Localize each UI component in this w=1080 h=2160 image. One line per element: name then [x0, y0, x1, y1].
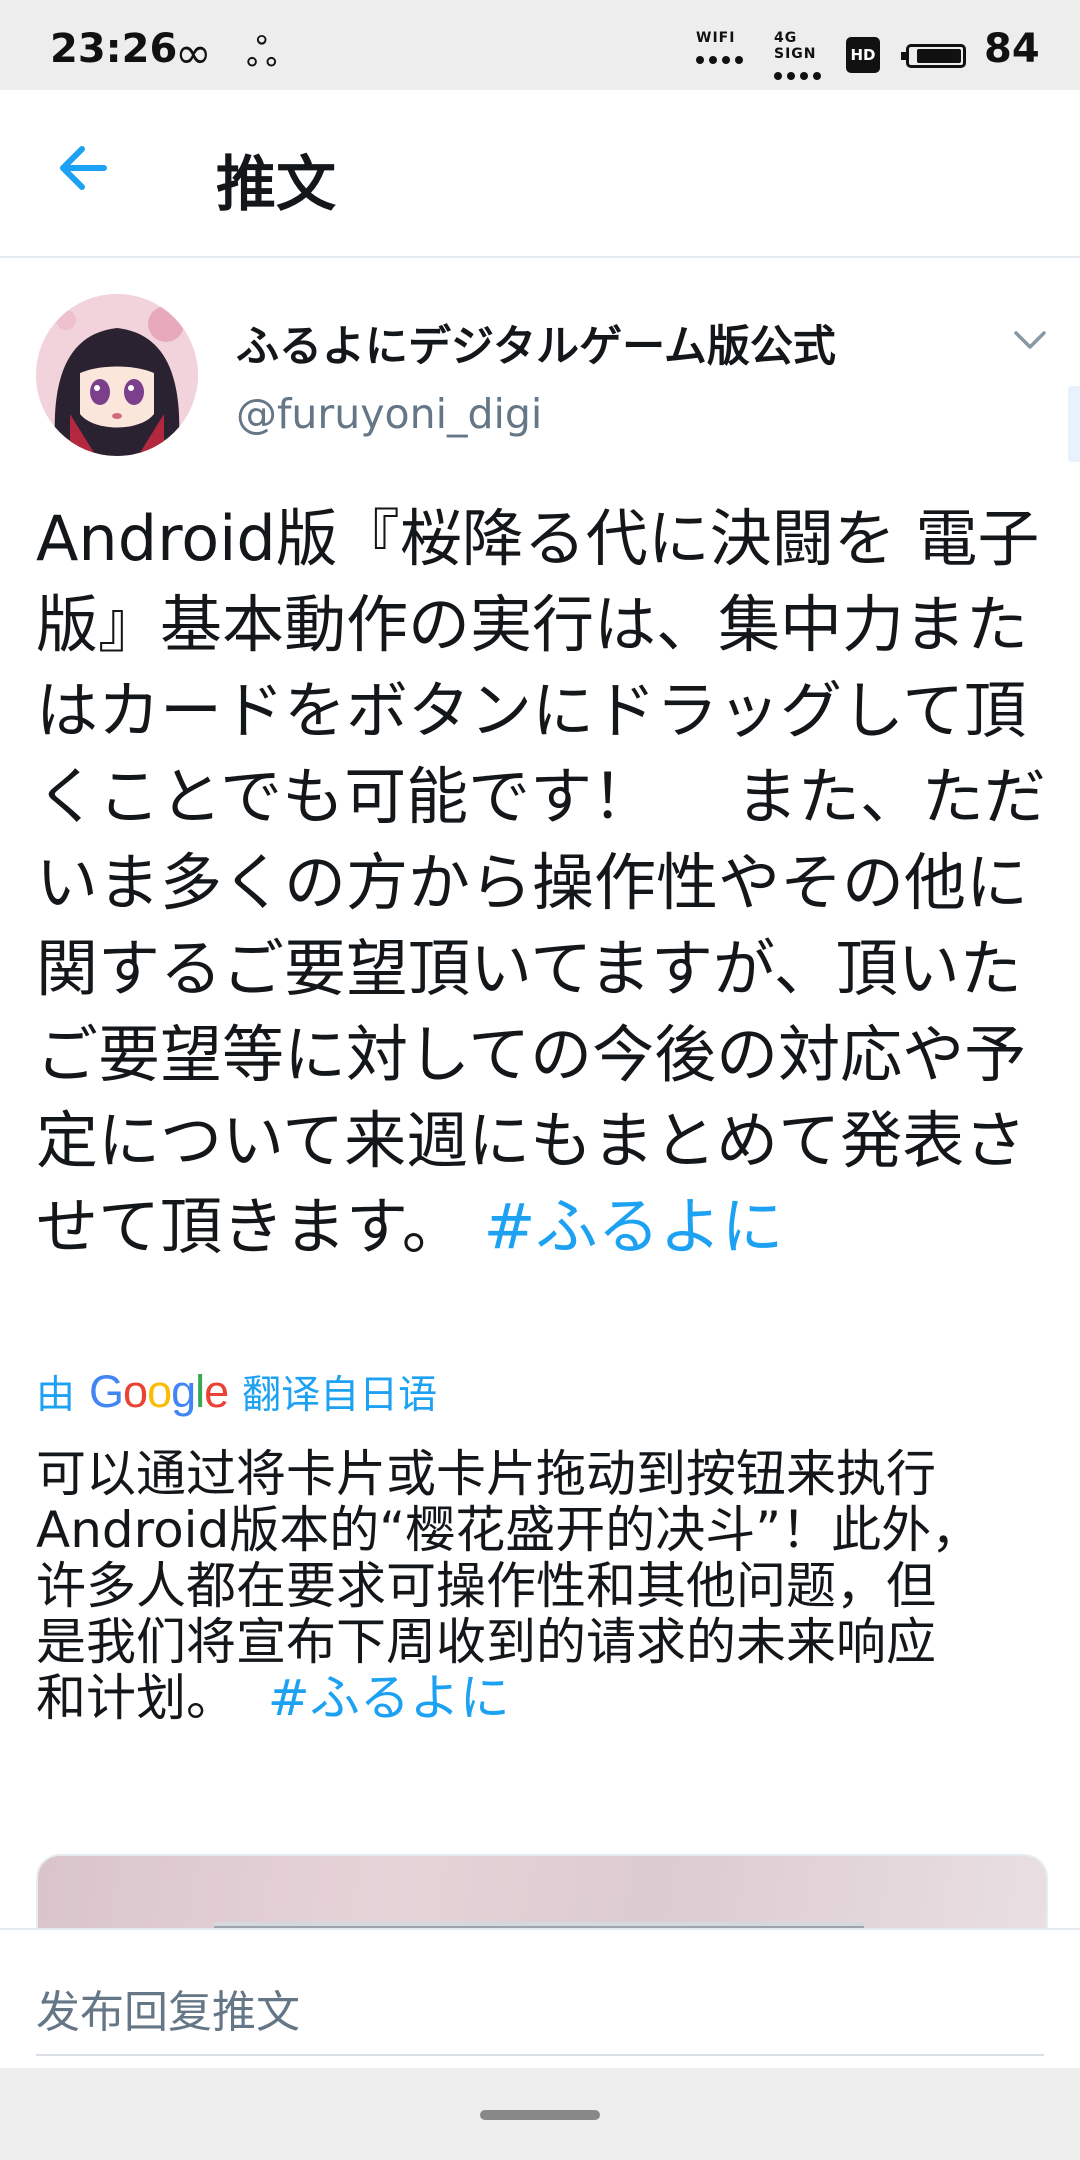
avatar[interactable]	[36, 294, 198, 456]
page-title: 推文	[216, 150, 336, 220]
translation-line: 是我们将宣布下周收到的请求的未来响应	[36, 1613, 936, 1671]
status-time: 23:26	[50, 26, 178, 72]
infinity-icon: ∞	[175, 28, 212, 79]
author-display-name[interactable]: ふるよにデジタルゲーム版公式	[236, 312, 836, 374]
battery-level: 84	[984, 26, 1040, 72]
tweet-text: Android版『桜降る代に決闘を 電子版』基本動作の実行は、集中力またはカード…	[36, 496, 1046, 1270]
app-bar: 推文	[0, 90, 1080, 258]
translation-text: 可以通过将卡片或卡片拖动到按钮来执行 Android版本的“樱花盛开的决斗”！此…	[36, 1446, 1046, 1726]
app-notification-icon: ஃ	[246, 30, 278, 76]
hd-badge: HD	[846, 37, 880, 73]
signal-label: 4G SIGN	[774, 30, 817, 62]
translated-by-label[interactable]: 由 Google 翻译自日语	[36, 1364, 437, 1420]
translation-hashtag-link[interactable]: #ふるよに	[268, 1669, 510, 1727]
reply-input[interactable]: 发布回复推文	[36, 1976, 300, 2040]
battery-icon	[901, 44, 966, 68]
translation-last-text: 和计划。	[36, 1669, 236, 1727]
scroll-indicator	[1068, 386, 1080, 462]
wifi-label: WIFI	[696, 30, 736, 46]
wifi-icon: WIFI	[696, 30, 760, 64]
translated-suffix: 翻译自日语	[242, 1373, 438, 1418]
arrow-left-icon[interactable]	[52, 136, 116, 200]
translation-line: 可以通过将卡片或卡片拖动到按钮来执行	[36, 1445, 936, 1503]
translated-prefix: 由	[36, 1373, 76, 1418]
translation-line: 许多人都在要求可操作性和其他问题，但	[36, 1557, 936, 1615]
signal-icon: 4G SIGN	[774, 30, 838, 80]
tweet-hashtag-link[interactable]: #ふるよに	[484, 1190, 784, 1263]
status-bar: 23:26 ∞ ஃ WIFI 4G SIGN HD 84	[0, 0, 1080, 90]
reply-bar: 发布回复推文	[0, 1928, 1080, 2070]
system-nav-bar	[0, 2068, 1080, 2160]
translation-line: Android版本的“樱花盛开的决斗”！此外，	[36, 1501, 982, 1559]
translation-line-last: 和计划。 #ふるよに	[36, 1670, 1046, 1726]
chevron-down-icon[interactable]	[1010, 320, 1050, 360]
home-gesture-handle[interactable]	[480, 2110, 600, 2120]
author-handle[interactable]: @furuyoni_digi	[236, 390, 542, 438]
reply-input-underline	[36, 2054, 1044, 2056]
tweet-body: Android版『桜降る代に決闘を 電子版』基本動作の実行は、集中力またはカード…	[36, 502, 1046, 1263]
google-logo: Google	[89, 1366, 229, 1417]
